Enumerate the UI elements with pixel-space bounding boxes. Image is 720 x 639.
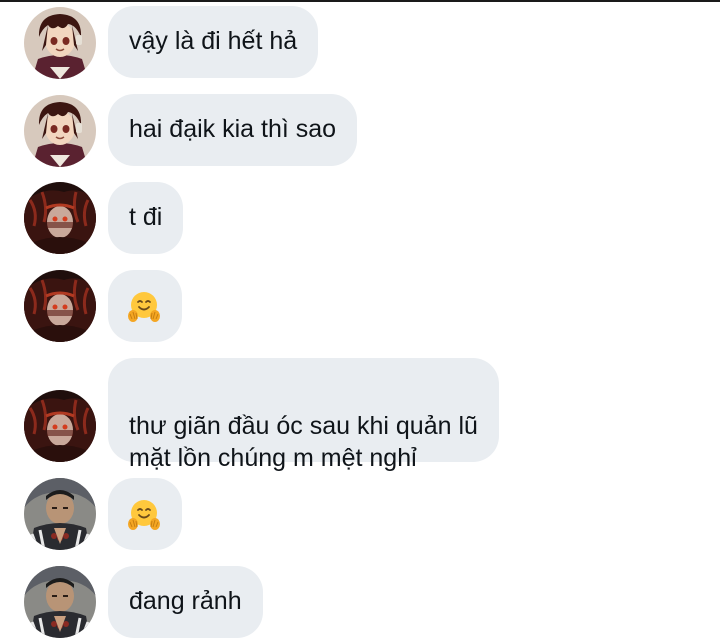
hugging-face-emoji-icon xyxy=(128,292,160,322)
message-bubble[interactable]: vậy là đi hết hả xyxy=(108,6,319,78)
message-bubble[interactable]: t đi xyxy=(108,182,184,254)
avatar-tanjiro[interactable] xyxy=(24,7,96,79)
avatar-kokushibo[interactable] xyxy=(24,182,96,254)
message-text: thư giãn đầu óc sau khi quản lũ mặt lồn … xyxy=(129,412,478,472)
avatar-gyomei[interactable] xyxy=(24,566,96,638)
avatar-kokushibo[interactable] xyxy=(24,270,96,342)
avatar-tanjiro[interactable] xyxy=(24,95,96,167)
message-bubble[interactable]: hai đạik kia thì sao xyxy=(108,94,358,166)
message-text: t đi xyxy=(129,203,163,231)
hugging-face-emoji-icon xyxy=(128,500,160,530)
message-bubble[interactable] xyxy=(108,478,182,550)
top-divider xyxy=(0,0,720,2)
message-text: hai đạik kia thì sao xyxy=(129,115,337,143)
message-bubble[interactable]: thư giãn đầu óc sau khi quản lũ mặt lồn … xyxy=(108,358,499,472)
message-text: vậy là đi hết hả xyxy=(129,27,298,55)
message-bubble[interactable] xyxy=(108,270,182,342)
avatar-kokushibo[interactable] xyxy=(24,390,96,462)
message-bubble[interactable]: đang rảnh xyxy=(108,566,263,638)
avatar-gyomei[interactable] xyxy=(24,478,96,550)
message-text: đang rảnh xyxy=(129,587,242,615)
